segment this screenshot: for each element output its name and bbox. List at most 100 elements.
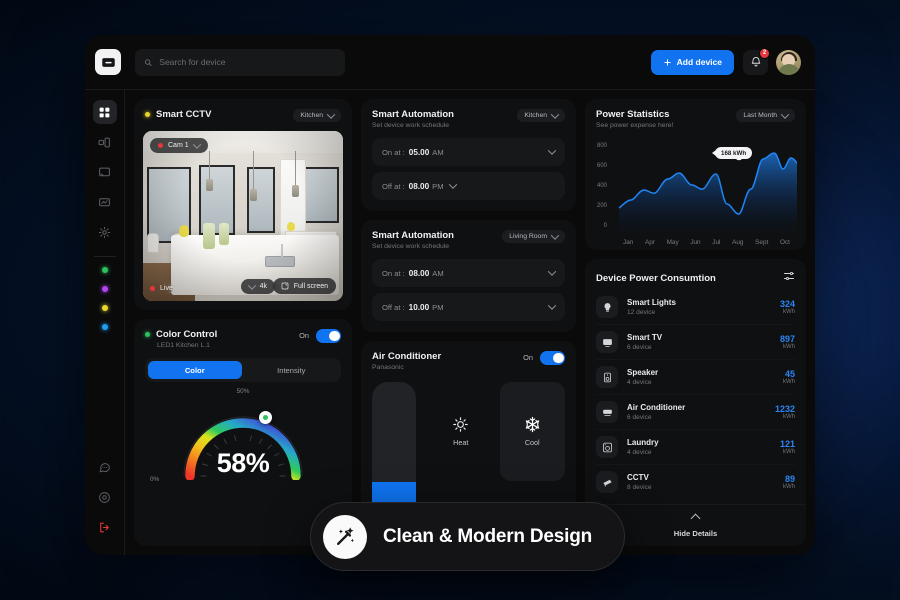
color-control-toggle[interactable]	[316, 329, 341, 343]
live-label: Live	[160, 285, 173, 292]
automation-on-period-2: AM	[432, 268, 444, 278]
chevron-down-icon	[192, 139, 201, 149]
sidebar-item-dashboard[interactable]	[92, 100, 117, 124]
sidebar-item-monitor[interactable]	[93, 190, 117, 214]
device-row-laundry[interactable]: Laundry 4 device 121 kWh	[596, 430, 795, 465]
device-name: Air Conditioner	[627, 403, 686, 413]
quality-selector[interactable]: 4k	[240, 279, 275, 294]
ac-mode-heat[interactable]: Heat	[428, 382, 494, 481]
ac-temperature-slider[interactable]: 18°	[372, 382, 416, 517]
notification-badge: 2	[759, 47, 770, 59]
device-row-smart-lights[interactable]: Smart Lights 12 device 324 kWh	[596, 290, 795, 325]
cctv-room-selector[interactable]: Kitchen	[293, 109, 341, 122]
notifications-button[interactable]: 2	[743, 47, 770, 75]
device-name: Smart TV	[627, 333, 663, 343]
status-dot-purple[interactable]	[101, 286, 108, 292]
gauge-value: 58%	[216, 448, 270, 478]
user-avatar[interactable]	[776, 49, 801, 75]
fullscreen-button[interactable]: Full screen	[272, 278, 336, 294]
x-tick-jan: Jan	[623, 239, 634, 246]
cctv-title-row: Smart CCTV	[145, 109, 211, 120]
automation-room-selector-2[interactable]: Living Room	[502, 230, 565, 243]
power-stats-range-selector[interactable]: Last Month	[736, 109, 795, 122]
status-dot-green[interactable]	[101, 267, 108, 273]
automation-off-row-2[interactable]: Off at : 10.00 PM	[372, 293, 565, 321]
sidebar-item-help[interactable]	[93, 485, 117, 509]
add-device-button[interactable]: Add device	[650, 49, 734, 75]
chevron-down-icon	[547, 301, 557, 310]
power-stats-title: Power Statistics	[596, 109, 670, 120]
plus-icon	[664, 58, 671, 66]
live-indicator: Live	[150, 283, 173, 294]
x-tick-oct: Oct	[779, 239, 790, 246]
sidebar-item-logout[interactable]	[93, 515, 117, 539]
color-gauge[interactable]: 0% 50% 58%	[134, 388, 352, 494]
video-vignette	[143, 131, 343, 301]
x-tick-jun: Jun	[690, 239, 701, 246]
power-stats-subtitle: See power expense here!	[596, 122, 674, 129]
device-count: 6 device	[627, 343, 652, 351]
cctv-video-feed[interactable]: Cam 1 Live 4k Full screen	[143, 131, 343, 301]
camera-selector[interactable]: Cam 1	[150, 138, 208, 153]
chevron-down-icon	[547, 146, 557, 155]
search-input[interactable]	[159, 57, 336, 67]
automation-on-row-2[interactable]: On at : 08.00 AM	[372, 259, 565, 287]
device-value: 324	[779, 299, 795, 309]
camera-icon	[596, 471, 618, 493]
automation-on-time-1: 05.00	[408, 147, 430, 157]
automation-on-time-2: 08.00	[408, 268, 430, 278]
floating-badge: Clean & Modern Design	[310, 502, 626, 571]
y-tick-0: 0	[603, 223, 607, 229]
bell-icon	[751, 57, 760, 67]
sidebar-item-settings[interactable]	[93, 220, 117, 244]
device-name: CCTV	[627, 473, 649, 483]
color-control-tabs: Color Intensity	[145, 358, 341, 382]
quality-label: 4k	[259, 283, 267, 290]
automation-room-label-1: Kitchen	[524, 112, 547, 119]
sidebar-item-cast[interactable]	[93, 160, 117, 184]
camera-rec-dot	[158, 143, 163, 148]
device-unit: kWh	[783, 449, 795, 455]
power-chart-svg	[619, 151, 797, 237]
device-row-smart-tv[interactable]: Smart TV 6 device 897 kWh	[596, 325, 795, 360]
device-value: 45	[784, 369, 795, 379]
power-statistics-card: Power Statistics See power expense here!…	[585, 99, 806, 250]
magic-wand-icon	[323, 514, 367, 559]
monitor-icon	[99, 197, 110, 206]
automation-on-row-1[interactable]: On at : 05.00 AM	[372, 138, 565, 166]
automation-subtitle-1: Set device work schedule	[372, 122, 450, 129]
automation-off-time-2: 10.00	[408, 302, 430, 312]
device-unit: kWh	[783, 414, 795, 420]
device-power-filter-button[interactable]	[783, 269, 795, 287]
automation-room-selector-1[interactable]: Kitchen	[517, 109, 565, 122]
automation-off-row-1[interactable]: Off at : 08.00 PM	[372, 172, 565, 200]
tab-color[interactable]: Color	[148, 361, 242, 379]
device-row-cctv[interactable]: CCTV 8 device 89 kWh	[596, 465, 795, 499]
color-control-subtitle: LED1 Kitchen L.1	[157, 342, 210, 349]
grid-icon	[99, 107, 110, 117]
device-value: 1232	[774, 404, 795, 414]
device-value: 89	[784, 474, 795, 484]
power-chart[interactable]: 800 600 400 200 0 168 kWh Jan Apr May Ju…	[585, 129, 806, 250]
cctv-room-label: Kitchen	[300, 112, 323, 119]
automation-on-label-2: On at :	[382, 268, 405, 278]
main-content: Smart CCTV Kitchen Cam 1 Live 4k Full sc…	[125, 90, 815, 555]
ac-toggle[interactable]	[540, 351, 565, 365]
tab-intensity[interactable]: Intensity	[245, 361, 339, 379]
sun-icon	[453, 416, 469, 432]
sidebar-item-chat[interactable]	[93, 455, 117, 479]
status-dot-blue[interactable]	[101, 324, 108, 330]
device-power-card: Device Power Consumtion Smart Lights 12 …	[585, 259, 806, 546]
app-logo-icon[interactable]	[95, 49, 121, 75]
tv-icon	[596, 331, 618, 353]
chart-x-axis: Jan Apr May Jun Jul Aug Sept Oct	[595, 237, 796, 246]
search-bar[interactable]	[135, 48, 345, 76]
device-row-air-conditioner[interactable]: Air Conditioner 6 device 1232 kWh	[596, 395, 795, 430]
status-dot-yellow[interactable]	[101, 305, 108, 311]
device-row-speaker[interactable]: Speaker 4 device 45 kWh	[596, 360, 795, 395]
sliders-icon	[784, 271, 794, 281]
automation-on-label-1: On at :	[382, 147, 405, 157]
sidebar-item-devices[interactable]	[93, 130, 117, 154]
ac-mode-cool[interactable]: Cool	[499, 382, 565, 481]
gauge-handle[interactable]	[259, 411, 272, 424]
